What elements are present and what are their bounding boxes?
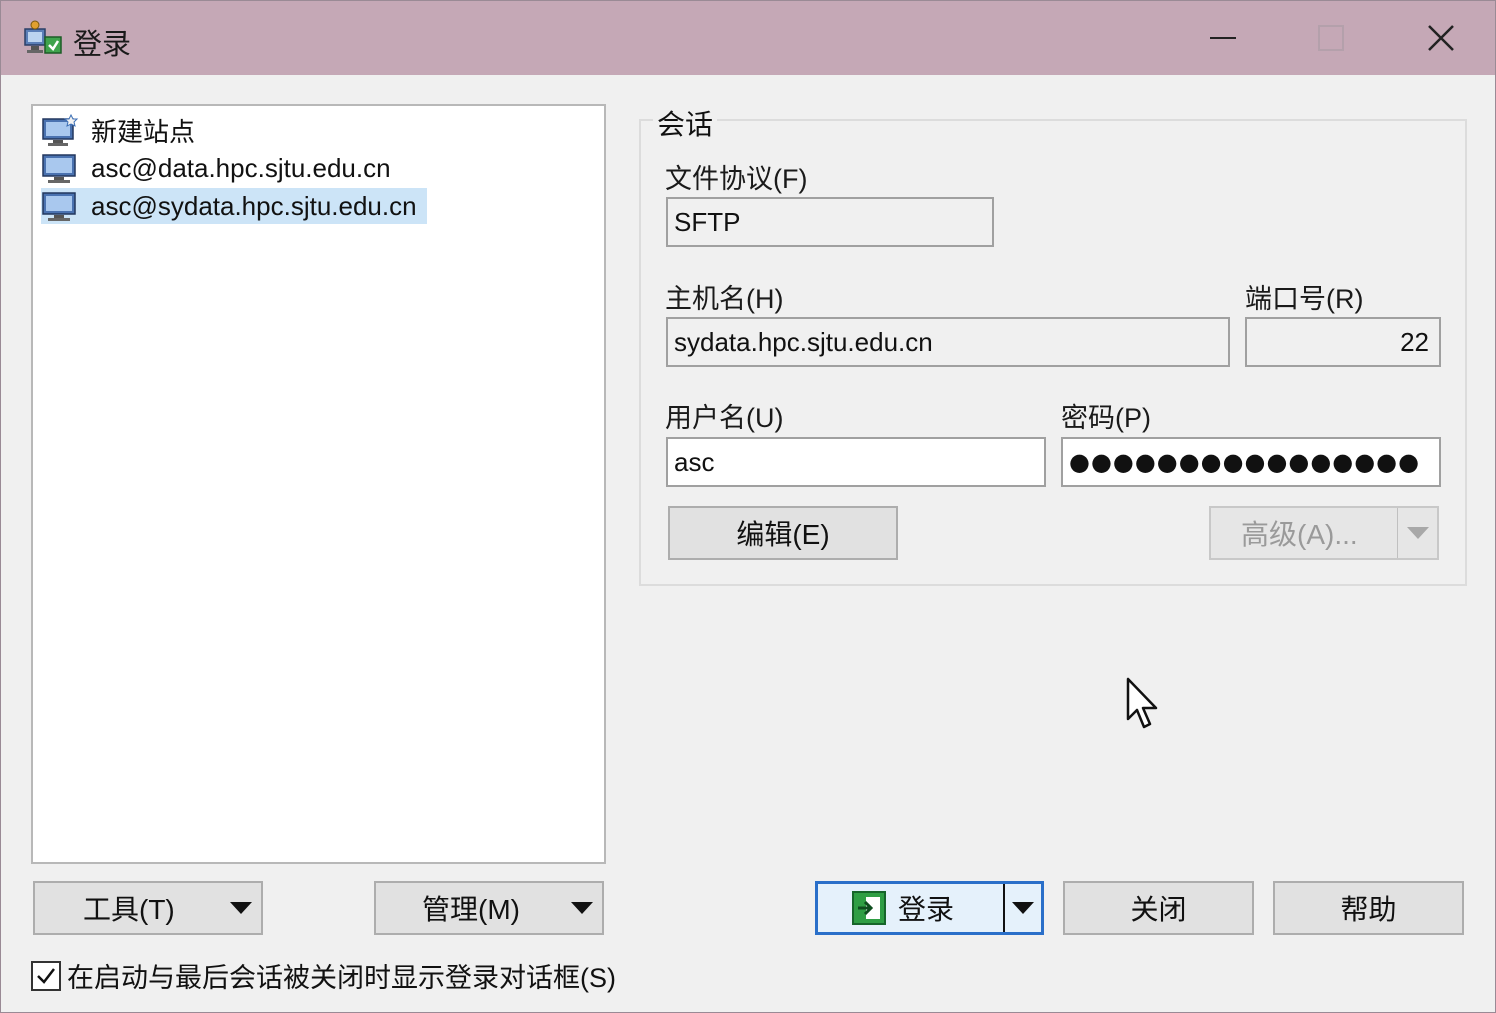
advanced-dropdown[interactable]	[1397, 508, 1437, 558]
chevron-down-icon	[1012, 902, 1034, 914]
manage-dropdown[interactable]	[562, 883, 602, 933]
help-button[interactable]: 帮助	[1273, 881, 1464, 935]
port-field[interactable]: 22	[1245, 317, 1441, 367]
password-field[interactable]: ●●●●●●●●●●●●●●●●	[1061, 437, 1441, 487]
protocol-select[interactable]: SFTP	[666, 197, 994, 247]
login-dropdown[interactable]	[1003, 884, 1041, 932]
edit-button[interactable]: 编辑(E)	[668, 506, 898, 560]
minimize-icon	[1210, 37, 1236, 39]
close-dialog-button-label: 关闭	[1130, 894, 1187, 925]
maximize-button[interactable]	[1299, 9, 1363, 67]
computer-icon	[42, 192, 76, 221]
advanced-button[interactable]: 高级(A)...	[1209, 506, 1439, 560]
show-login-checkbox-label: 在启动与最后会话被关闭时显示登录对话框(S)	[67, 963, 616, 993]
winscp-app-icon	[24, 20, 62, 54]
login-button-label: 登录	[898, 894, 955, 925]
new-site-icon	[42, 113, 79, 146]
advanced-button-label: 高级(A)...	[1241, 519, 1358, 550]
login-button[interactable]: 登录	[815, 881, 1044, 935]
tools-button[interactable]: 工具(T)	[33, 881, 263, 935]
edit-button-label: 编辑(E)	[736, 519, 830, 550]
chevron-down-icon	[230, 902, 252, 914]
tree-item-site[interactable]: asc@data.hpc.sjtu.edu.cn	[41, 150, 401, 186]
window-title: 登录	[73, 29, 132, 61]
show-login-checkbox[interactable]	[31, 960, 61, 991]
password-label: 密码(P)	[1061, 403, 1151, 433]
login-dialog: 登录 新建站点 asc@data.hpc.sjtu.edu.cn asc@syd…	[0, 0, 1496, 1013]
manage-button-label: 管理(M)	[422, 894, 520, 925]
close-button[interactable]	[1409, 9, 1473, 67]
username-field[interactable]: asc	[666, 437, 1046, 487]
session-group-title: 会话	[653, 103, 718, 143]
title-bar[interactable]: 登录	[1, 1, 1495, 75]
checkmark-icon	[37, 967, 55, 984]
maximize-icon	[1318, 25, 1344, 51]
tree-item-label: asc@sydata.hpc.sjtu.edu.cn	[91, 190, 417, 221]
close-icon	[1428, 25, 1454, 51]
host-label: 主机名(H)	[665, 284, 784, 314]
manage-button[interactable]: 管理(M)	[374, 881, 604, 935]
show-login-dialog-option[interactable]: 在启动与最后会话被关闭时显示登录对话框(S)	[31, 956, 616, 995]
chevron-down-icon	[571, 902, 593, 914]
computer-icon	[42, 154, 76, 183]
help-button-label: 帮助	[1340, 894, 1397, 925]
tools-button-label: 工具(T)	[83, 894, 175, 925]
username-label: 用户名(U)	[665, 403, 784, 433]
tools-dropdown[interactable]	[221, 883, 261, 933]
tree-item-site-selected[interactable]: asc@sydata.hpc.sjtu.edu.cn	[41, 188, 427, 224]
login-icon	[852, 891, 886, 925]
minimize-button[interactable]	[1191, 9, 1255, 67]
port-label: 端口号(R)	[1245, 284, 1364, 314]
site-tree[interactable]: 新建站点 asc@data.hpc.sjtu.edu.cn asc@sydata…	[31, 104, 606, 864]
tree-item-label: asc@data.hpc.sjtu.edu.cn	[91, 152, 391, 183]
tree-item-label: 新建站点	[91, 116, 196, 147]
close-dialog-button[interactable]: 关闭	[1063, 881, 1254, 935]
mouse-cursor-icon	[1126, 677, 1158, 729]
chevron-down-icon	[1406, 527, 1429, 539]
protocol-label: 文件协议(F)	[665, 164, 808, 194]
tree-item-new-site[interactable]: 新建站点	[41, 112, 205, 148]
host-field[interactable]: sydata.hpc.sjtu.edu.cn	[666, 317, 1230, 367]
